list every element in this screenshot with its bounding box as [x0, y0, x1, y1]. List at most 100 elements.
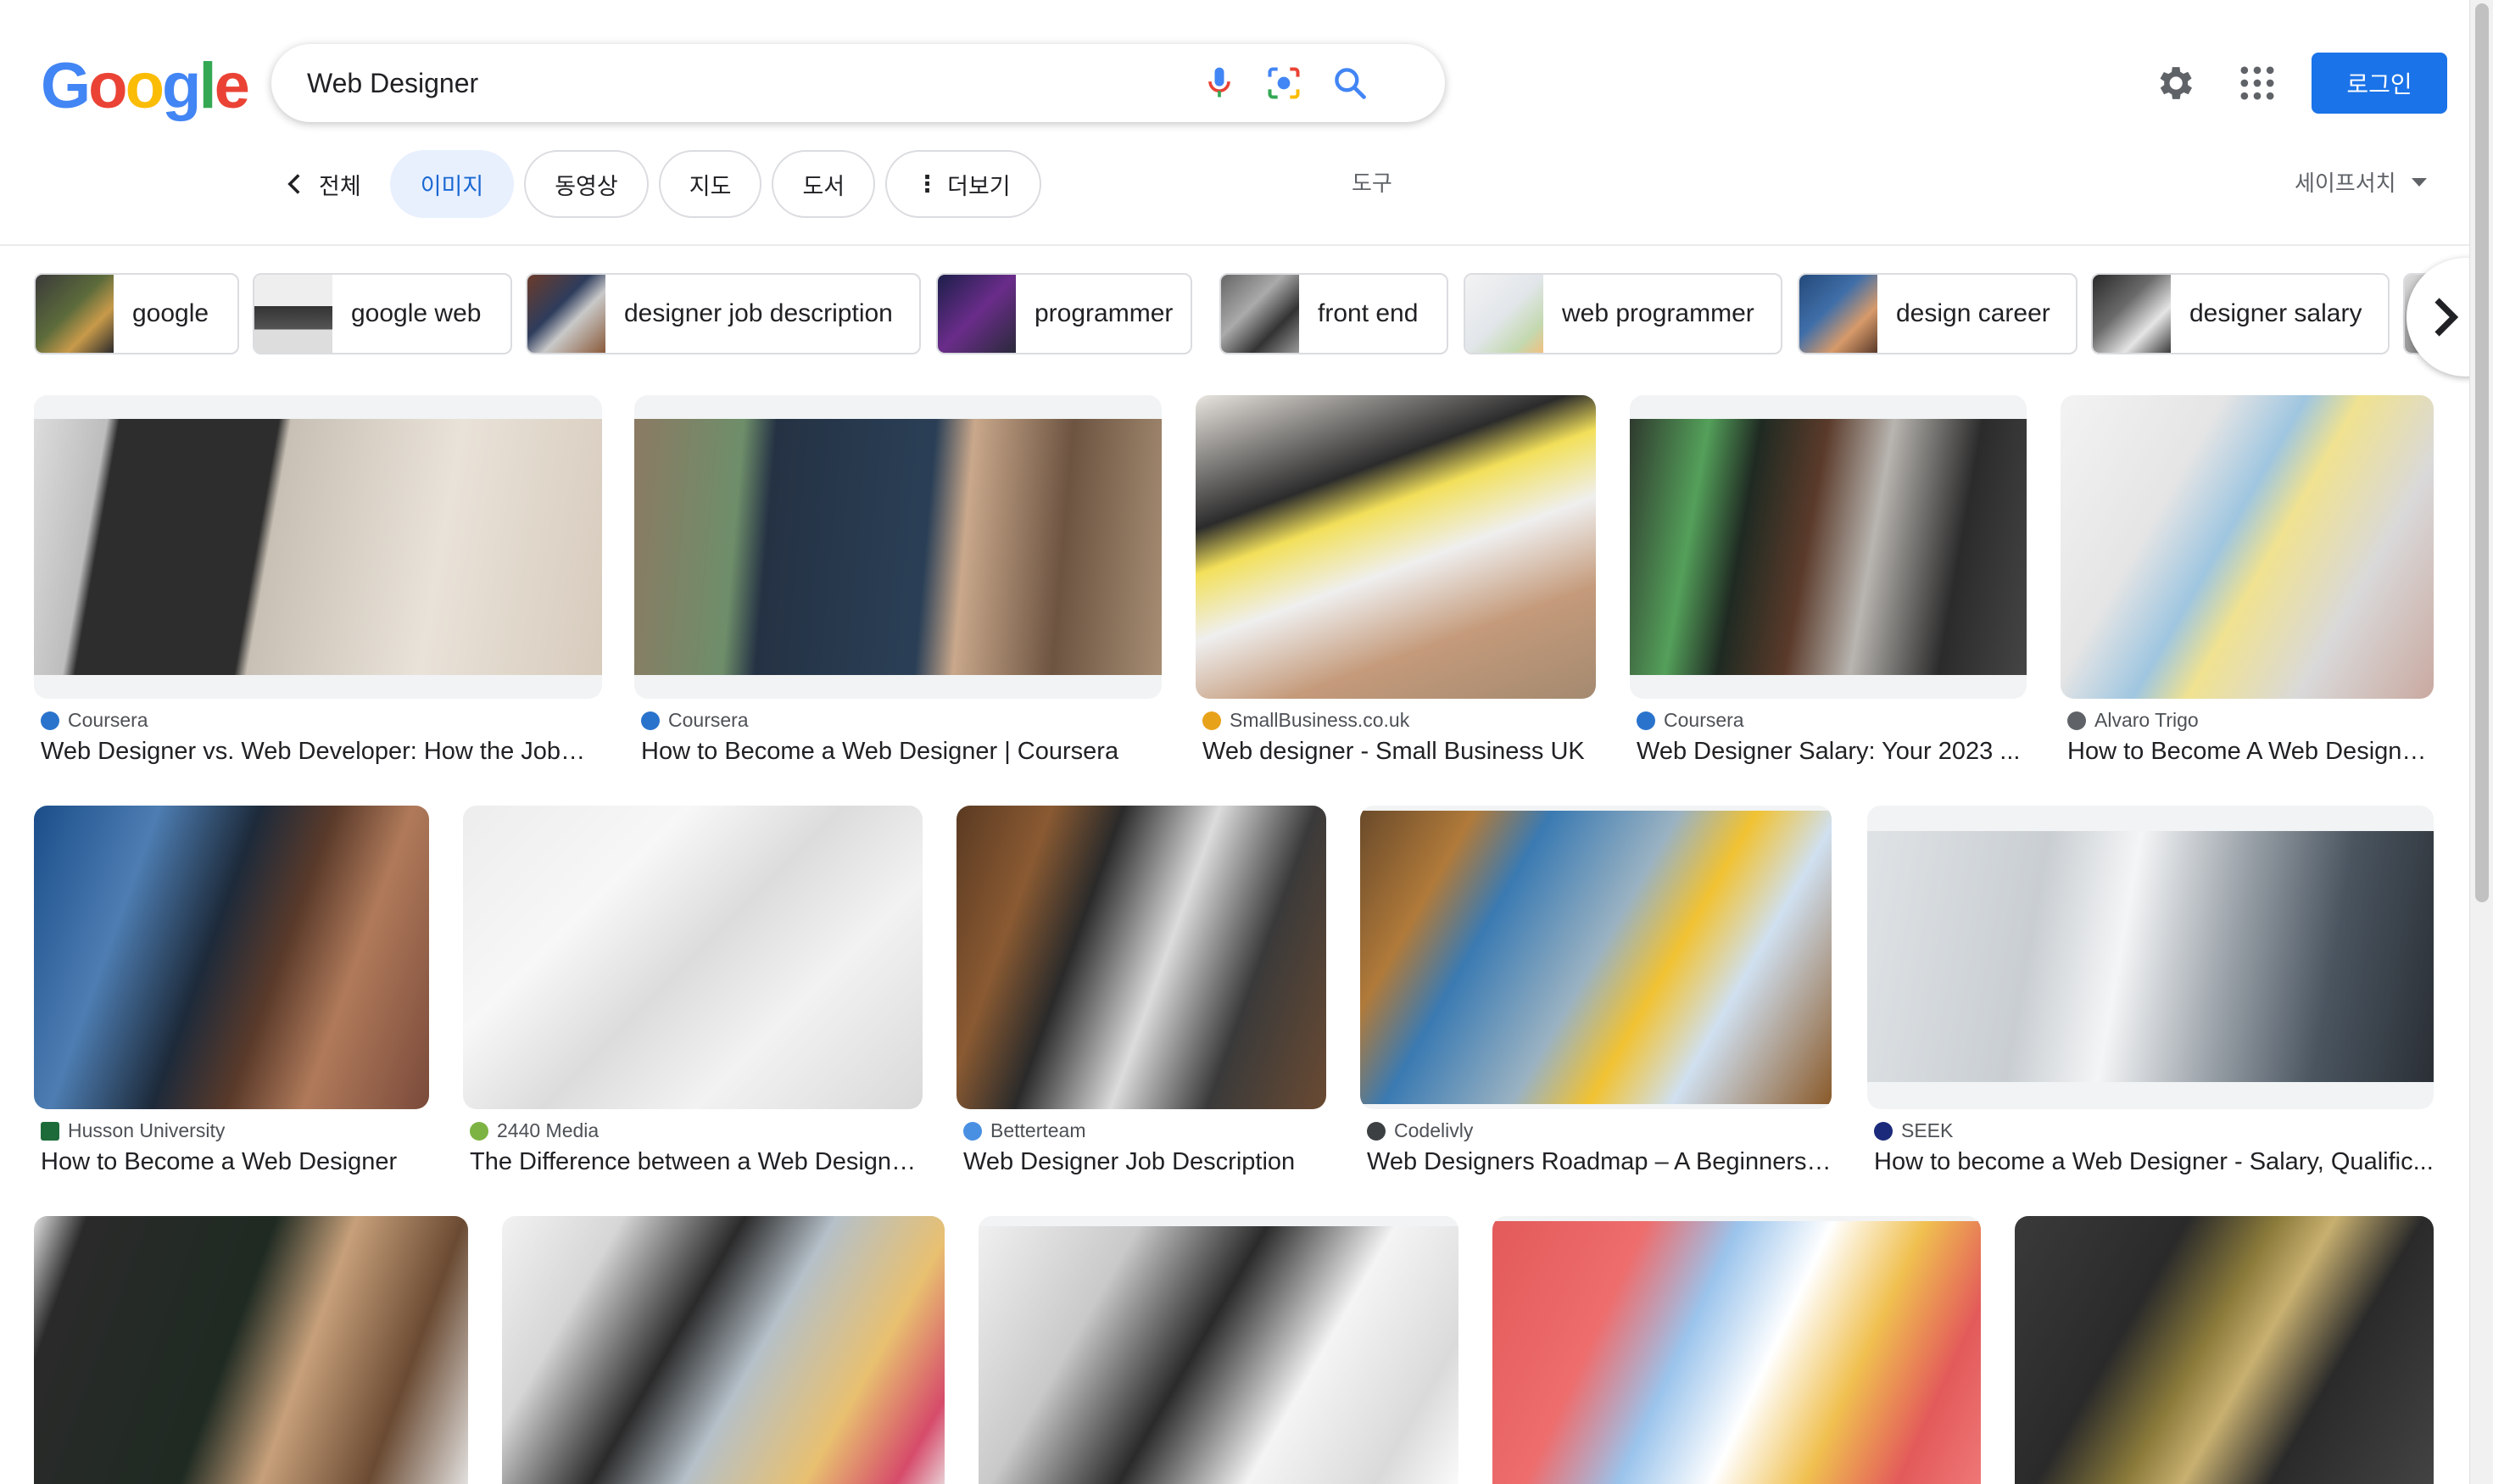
chip-label: programmer: [1035, 299, 1174, 327]
result-image[interactable]: [956, 806, 1326, 1109]
lens-icon[interactable]: [1265, 64, 1302, 102]
result-title[interactable]: How to Become A Web Designe...: [2067, 738, 2434, 766]
result-card[interactable]: 2440 Media The Difference between a Web …: [463, 806, 923, 1187]
codelivly-icon: [1367, 1121, 1386, 1141]
google-logo[interactable]: Google: [41, 50, 250, 122]
tab-all[interactable]: 전체: [280, 150, 380, 218]
result-card[interactable]: Husson University How to Become a Web De…: [34, 806, 429, 1187]
coursera-icon: [641, 711, 660, 730]
search-box: [271, 44, 1445, 122]
scrollbar-thumb[interactable]: [2475, 3, 2489, 902]
result-card[interactable]: [979, 1216, 1458, 1484]
result-title[interactable]: Web designer - Small Business UK: [1202, 738, 1601, 766]
search-input[interactable]: [307, 61, 1155, 105]
result-title[interactable]: Web Designers Roadmap – A Beginners ...: [1367, 1148, 1833, 1176]
result-image[interactable]: [34, 1216, 468, 1484]
result-title[interactable]: How to Become a Web Designer: [41, 1148, 431, 1176]
tab-images[interactable]: 이미지: [389, 150, 515, 218]
logo-letter: e: [214, 50, 250, 122]
chip-front-end[interactable]: front end: [1219, 273, 1448, 354]
result-source[interactable]: Alvaro Trigo: [2067, 709, 2199, 732]
result-image[interactable]: [1360, 806, 1832, 1109]
chip-label: designer job description: [624, 299, 893, 327]
result-source[interactable]: Coursera: [1637, 709, 1744, 732]
source-label: SEEK: [1901, 1119, 1954, 1141]
tab-label: 동영상: [555, 173, 618, 200]
result-card[interactable]: [502, 1216, 945, 1484]
result-source[interactable]: Coursera: [641, 709, 749, 732]
login-button[interactable]: 로그인: [2312, 53, 2447, 114]
page-scrollbar[interactable]: [2469, 0, 2493, 1484]
tab-books[interactable]: 도서: [772, 150, 876, 218]
result-image[interactable]: [634, 395, 1162, 699]
coursera-icon: [1637, 711, 1655, 730]
result-card[interactable]: SEEK How to become a Web Designer - Sala…: [1867, 806, 2434, 1187]
chip-label: google web: [351, 299, 482, 327]
chip-programmer[interactable]: programmer: [936, 273, 1192, 354]
result-source[interactable]: Husson University: [41, 1119, 225, 1142]
header-divider: [0, 244, 2469, 246]
result-image[interactable]: [1867, 806, 2434, 1109]
result-image[interactable]: [463, 806, 923, 1109]
tools-button[interactable]: 도구: [1352, 166, 1392, 198]
chip-google[interactable]: google: [34, 273, 239, 354]
search-icon[interactable]: [1331, 64, 1369, 102]
tab-videos[interactable]: 동영상: [524, 150, 649, 218]
tab-maps[interactable]: 지도: [658, 150, 762, 218]
result-source[interactable]: SEEK: [1874, 1119, 1953, 1142]
chip-thumbnail: [2093, 275, 2171, 353]
result-card[interactable]: Coursera How to Become a Web Designer | …: [634, 395, 1162, 777]
result-image[interactable]: [1492, 1216, 1981, 1484]
result-image[interactable]: [34, 806, 429, 1109]
result-image[interactable]: [34, 395, 602, 699]
tab-label: 지도: [689, 173, 732, 200]
mic-icon[interactable]: [1201, 64, 1238, 102]
result-title[interactable]: Web Designer vs. Web Developer: How the …: [41, 738, 592, 766]
result-card[interactable]: Coursera Web Designer Salary: Your 2023 …: [1630, 395, 2027, 777]
chip-label: google: [132, 299, 209, 327]
result-card[interactable]: [1492, 1216, 1981, 1484]
tab-label: 이미지: [420, 173, 484, 200]
logo-letter: G: [41, 50, 91, 122]
result-title[interactable]: Web Designer Job Description: [963, 1148, 1328, 1176]
chip-thumbnail: [1799, 275, 1877, 353]
result-source[interactable]: Codelivly: [1367, 1119, 1473, 1142]
result-title[interactable]: How to become a Web Designer - Salary, Q…: [1874, 1148, 2434, 1176]
tab-label: 더보기: [947, 173, 1011, 200]
result-title[interactable]: How to Become a Web Designer | Coursera: [641, 738, 1158, 766]
result-source[interactable]: SmallBusiness.co.uk: [1202, 709, 1409, 732]
result-title[interactable]: The Difference between a Web Designe...: [470, 1148, 919, 1176]
source-label: Coursera: [1664, 709, 1744, 731]
chip-google-web[interactable]: google web: [253, 273, 512, 354]
grid-icon[interactable]: [2235, 61, 2279, 105]
gear-icon[interactable]: [2152, 61, 2196, 105]
result-card[interactable]: [34, 1216, 468, 1484]
result-card[interactable]: Coursera Web Designer vs. Web Developer:…: [34, 395, 602, 777]
result-source[interactable]: Coursera: [41, 709, 148, 732]
result-card[interactable]: Alvaro Trigo How to Become A Web Designe…: [2061, 395, 2434, 777]
result-card[interactable]: Betterteam Web Designer Job Description: [956, 806, 1326, 1187]
husson-icon: [41, 1121, 59, 1141]
result-image[interactable]: [502, 1216, 945, 1484]
result-card[interactable]: SmallBusiness.co.uk Web designer - Small…: [1196, 395, 1596, 777]
chip-web-programmer[interactable]: web programmer: [1464, 273, 1782, 354]
result-source[interactable]: 2440 Media: [470, 1119, 599, 1142]
result-title[interactable]: Web Designer Salary: Your 2023 ...: [1637, 738, 2027, 766]
chip-thumbnail: [254, 275, 332, 353]
result-source[interactable]: Betterteam: [963, 1119, 1086, 1142]
tab-more[interactable]: ⋮ 더보기: [885, 150, 1041, 218]
chip-designer-salary[interactable]: designer salary: [2091, 273, 2390, 354]
chip-designer-job-description[interactable]: designer job description: [526, 273, 921, 354]
result-image[interactable]: [1196, 395, 1596, 699]
result-card[interactable]: Codelivly Web Designers Roadmap – A Begi…: [1360, 806, 1833, 1187]
chevron-right-icon: [2434, 298, 2459, 337]
result-image[interactable]: [2061, 395, 2434, 699]
source-label: Coursera: [668, 709, 749, 731]
result-image[interactable]: [2015, 1216, 2434, 1484]
result-card[interactable]: [2015, 1216, 2434, 1484]
chip-design-career[interactable]: design career: [1798, 273, 2078, 354]
safesearch-menu[interactable]: 세이프서치: [2295, 166, 2427, 198]
result-image[interactable]: [979, 1216, 1458, 1484]
logo-letter: o: [125, 50, 165, 122]
result-image[interactable]: [1630, 395, 2027, 699]
